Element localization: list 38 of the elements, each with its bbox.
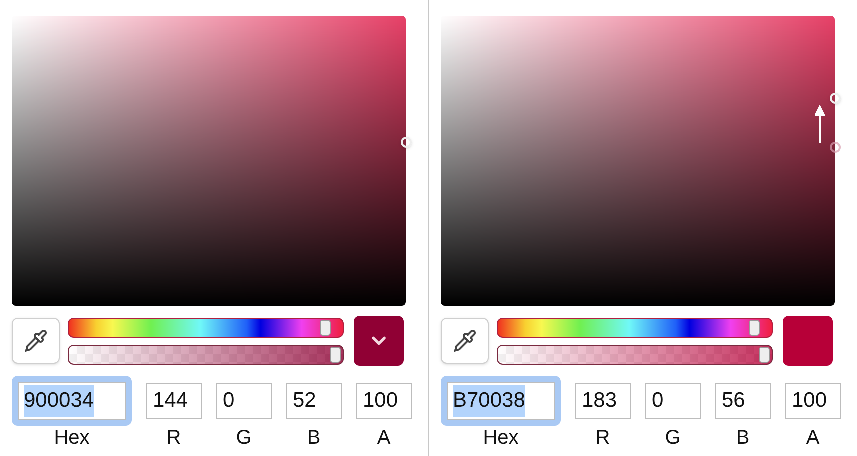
value-field[interactable]: 144 <box>146 383 202 419</box>
eyedropper-icon <box>453 329 477 353</box>
eyedropper-button[interactable] <box>12 318 60 364</box>
field-label: Hex <box>483 428 519 448</box>
color-field[interactable] <box>441 16 835 306</box>
hex-field[interactable]: B70038 <box>441 376 561 426</box>
alpha-thumb[interactable] <box>759 346 770 362</box>
field-label: A <box>377 428 391 448</box>
value-field[interactable]: 56 <box>715 383 771 419</box>
field-label: B <box>307 428 321 448</box>
field-label: G <box>665 428 681 448</box>
color-field[interactable] <box>12 16 406 306</box>
field-label: A <box>806 428 820 448</box>
value-field[interactable]: 100 <box>785 383 841 419</box>
color-swatch-button[interactable] <box>354 316 404 366</box>
field-label: R <box>596 428 610 448</box>
picker-thumb[interactable] <box>830 92 841 104</box>
hue-thumb[interactable] <box>320 320 331 336</box>
value-field[interactable]: 52 <box>286 383 342 419</box>
picker-thumb[interactable] <box>401 137 412 148</box>
eyedropper-button[interactable] <box>441 318 489 364</box>
hue-slider[interactable] <box>68 318 344 338</box>
field-label: R <box>166 428 182 448</box>
hue-thumb[interactable] <box>748 320 760 336</box>
value-field[interactable]: 0 <box>216 383 272 419</box>
field-label: Hex <box>54 428 90 448</box>
previous-position-marker <box>830 142 841 153</box>
field-label: B <box>736 428 750 448</box>
hex-field[interactable]: 900034 <box>12 376 132 426</box>
hue-slider[interactable] <box>497 318 773 338</box>
field-label: G <box>236 428 252 448</box>
value-field[interactable]: 100 <box>356 383 412 419</box>
value-field[interactable]: 183 <box>575 383 631 419</box>
alpha-slider[interactable] <box>68 344 344 364</box>
eyedropper-icon <box>24 329 48 353</box>
alpha-slider[interactable] <box>497 344 773 364</box>
alpha-thumb[interactable] <box>330 346 341 362</box>
value-field[interactable]: 0 <box>645 383 701 419</box>
